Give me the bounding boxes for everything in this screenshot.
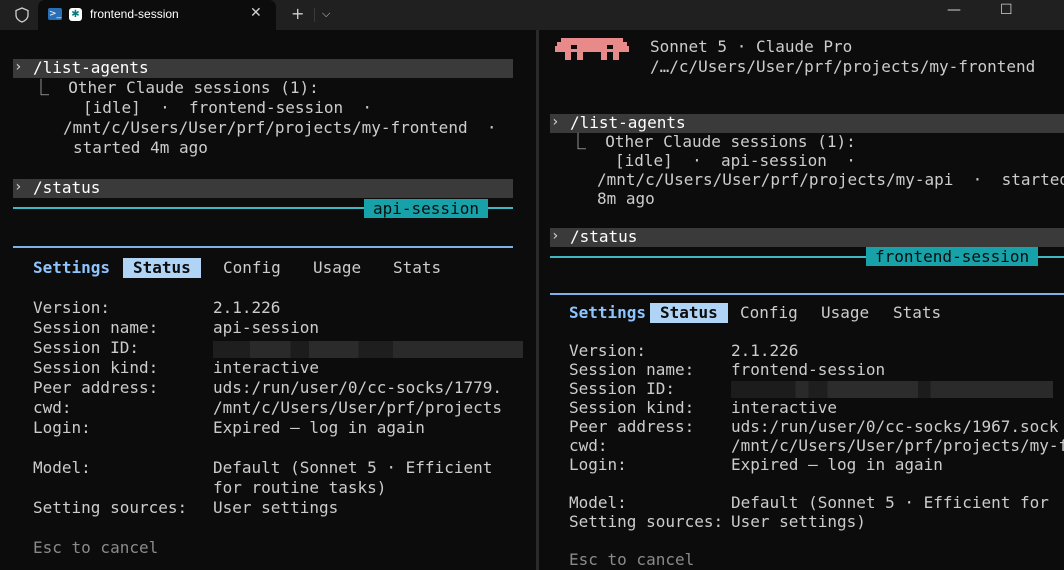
- command-list-agents: /list-agents: [33, 58, 149, 77]
- tab-config[interactable]: Config: [740, 303, 798, 323]
- session-name-label: Session name:: [569, 360, 695, 379]
- session-kind-value: interactive: [731, 398, 837, 417]
- tab-close-icon[interactable]: ✕: [250, 5, 262, 21]
- agent-path: /mnt/c/Users/User/prf/projects/my-fronte…: [63, 118, 497, 137]
- tab-title: frontend-session: [90, 7, 179, 21]
- cwd-value: /mnt/c/Users/User/prf/projects/my-f: [731, 436, 1064, 455]
- chevron-right-icon: ›: [551, 114, 560, 130]
- title-bar: >_ ✱ frontend-session ✕ + ⌵ — ☐: [0, 0, 1064, 30]
- login-value: Expired – log in again: [731, 455, 943, 474]
- panel-rule: [13, 246, 513, 248]
- session-kind-label: Session kind:: [33, 358, 159, 377]
- chevron-right-icon: ›: [14, 59, 23, 75]
- tab-frontend-session[interactable]: >_ ✱ frontend-session ✕: [38, 0, 276, 30]
- cwd-label: cwd:: [33, 398, 72, 417]
- left-pane[interactable]: › /list-agents ⎿ Other Claude sessions (…: [0, 30, 536, 570]
- tab-config[interactable]: Config: [223, 258, 281, 278]
- version-label: Version:: [33, 298, 111, 317]
- session-kind-label: Session kind:: [569, 398, 695, 417]
- model-label: Model:: [569, 493, 627, 512]
- session-kind-value: interactive: [213, 358, 319, 377]
- agents-header: ⎿ Other Claude sessions (1):: [570, 132, 856, 151]
- agent-line: [idle] · frontend-session ·: [83, 98, 372, 117]
- version-value: 2.1.226: [213, 298, 281, 317]
- peer-address-value: uds:/run/user/0/cc-socks/1967.sock: [731, 417, 1059, 436]
- esc-hint: Esc to cancel: [33, 538, 159, 557]
- agent-started: started 4m ago: [73, 138, 208, 157]
- project-path: /…/c/Users/User/prf/projects/my-frontend: [650, 57, 1036, 76]
- model-plan: Sonnet 5 · Claude Pro: [650, 37, 853, 56]
- titlebar-divider: [314, 8, 315, 22]
- session-name-value: frontend-session: [731, 360, 886, 379]
- redacted-session-id: [213, 341, 523, 358]
- command-status: /status: [570, 227, 638, 246]
- session-name-label: Session name:: [33, 318, 159, 337]
- tab-dropdown-button[interactable]: ⌵: [322, 7, 330, 21]
- session-id-label: Session ID:: [33, 338, 139, 357]
- redacted-session-id: [731, 381, 1053, 398]
- tab-stats[interactable]: Stats: [393, 258, 441, 278]
- tab-stats[interactable]: Stats: [893, 303, 941, 323]
- setting-sources-label: Setting sources:: [569, 512, 724, 531]
- cwd-label: cwd:: [569, 436, 608, 455]
- setting-sources-label: Setting sources:: [33, 498, 188, 517]
- tab-usage[interactable]: Usage: [821, 303, 869, 323]
- peer-address-label: Peer address:: [569, 417, 695, 436]
- setting-sources-value: User settings): [731, 512, 866, 531]
- version-label: Version:: [569, 341, 647, 360]
- settings-heading: Settings: [569, 303, 647, 322]
- maximize-button[interactable]: ☐: [1000, 2, 1013, 18]
- command-list-agents: /list-agents: [570, 113, 686, 132]
- esc-hint: Esc to cancel: [569, 550, 695, 569]
- agent-line: [idle] · api-session ·: [615, 151, 856, 170]
- agent-path: /mnt/c/Users/User/prf/projects/my-api · …: [597, 170, 1064, 189]
- panel-rule: [550, 293, 1064, 295]
- model-value-cont: for routine tasks): [213, 478, 387, 497]
- shield-icon[interactable]: [14, 7, 30, 23]
- new-tab-button[interactable]: +: [291, 4, 304, 23]
- session-tag: frontend-session: [866, 247, 1039, 266]
- minimize-button[interactable]: —: [947, 2, 961, 18]
- model-value: Default (Sonnet 5 · Efficient for: [731, 493, 1049, 512]
- tab-status[interactable]: Status: [650, 303, 728, 323]
- tab-status[interactable]: Status: [123, 258, 201, 278]
- setting-sources-value: User settings: [213, 498, 339, 517]
- session-tag: api-session: [364, 199, 488, 218]
- model-value: Default (Sonnet 5 · Efficient: [213, 458, 493, 477]
- right-pane[interactable]: Sonnet 5 · Claude Pro /…/c/Users/User/pr…: [539, 30, 1064, 570]
- claude-star-icon: ✱: [69, 8, 82, 21]
- session-name-value: api-session: [213, 318, 319, 337]
- agent-started: 8m ago: [597, 189, 655, 208]
- command-status: /status: [33, 178, 101, 197]
- cwd-value: /mnt/c/Users/User/prf/projects: [213, 398, 502, 417]
- chevron-right-icon: ›: [551, 228, 560, 244]
- powershell-icon: >_: [48, 8, 62, 20]
- session-id-label: Session ID:: [569, 379, 675, 398]
- login-label: Login:: [33, 418, 91, 437]
- peer-address-value: uds:/run/user/0/cc-socks/1779.: [213, 378, 502, 397]
- model-label: Model:: [33, 458, 91, 477]
- login-label: Login:: [569, 455, 627, 474]
- tab-usage[interactable]: Usage: [313, 258, 361, 278]
- agents-header: ⎿ Other Claude sessions (1):: [33, 78, 319, 97]
- chevron-right-icon: ›: [14, 179, 23, 195]
- claude-mascot-icon: [555, 38, 629, 60]
- peer-address-label: Peer address:: [33, 378, 159, 397]
- version-value: 2.1.226: [731, 341, 799, 360]
- settings-heading: Settings: [33, 258, 111, 277]
- login-value: Expired – log in again: [213, 418, 425, 437]
